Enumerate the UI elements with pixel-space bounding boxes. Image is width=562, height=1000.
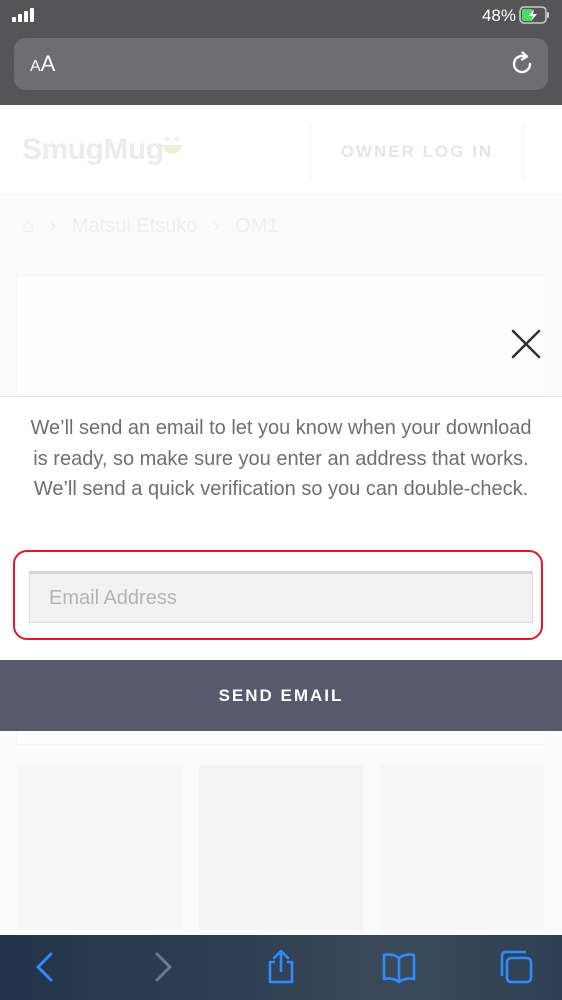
text-size-button[interactable]: AA [30, 51, 55, 77]
dialog-message: We’ll send an email to let you know when… [30, 417, 532, 500]
breadcrumb: ⌂ › Matsui Etsuko › OM1 [22, 215, 289, 238]
status-bar: 48% [0, 0, 562, 32]
owner-login-button[interactable]: OWNER LOG IN [310, 123, 524, 181]
breadcrumb-item[interactable]: OM1 [235, 215, 278, 237]
breadcrumb-separator: › [49, 215, 57, 237]
download-email-dialog: We’ll send an email to let you know when… [0, 396, 562, 660]
breadcrumb-item[interactable]: Matsui Etsuko [72, 215, 198, 237]
cellular-signal-icon [12, 8, 36, 22]
battery-percent: 48% [481, 6, 516, 25]
close-icon[interactable] [508, 326, 544, 362]
smugmug-face-icon [161, 136, 183, 154]
bookmarks-icon[interactable] [381, 949, 417, 985]
photo-thumbnail[interactable] [18, 765, 182, 930]
battery-icon [519, 6, 549, 24]
home-icon[interactable]: ⌂ [22, 215, 34, 237]
share-icon[interactable] [263, 949, 299, 985]
photo-thumbnail[interactable] [199, 765, 363, 930]
breadcrumb-separator: › [213, 215, 220, 237]
smugmug-logo[interactable]: SmugMug [22, 133, 164, 167]
browser-toolbar [0, 935, 562, 1000]
send-email-button[interactable]: SEND EMAIL [0, 660, 562, 731]
reload-icon[interactable] [508, 50, 536, 78]
tabs-icon[interactable] [498, 949, 534, 985]
browser-address-area: AA [0, 32, 562, 105]
address-bar[interactable]: AA [14, 38, 548, 90]
back-icon[interactable] [28, 949, 64, 985]
forward-icon[interactable] [144, 949, 180, 985]
photo-thumbnail[interactable] [380, 765, 544, 930]
site-header: SmugMug OWNER LOG IN [0, 105, 562, 195]
email-field[interactable] [29, 571, 533, 623]
